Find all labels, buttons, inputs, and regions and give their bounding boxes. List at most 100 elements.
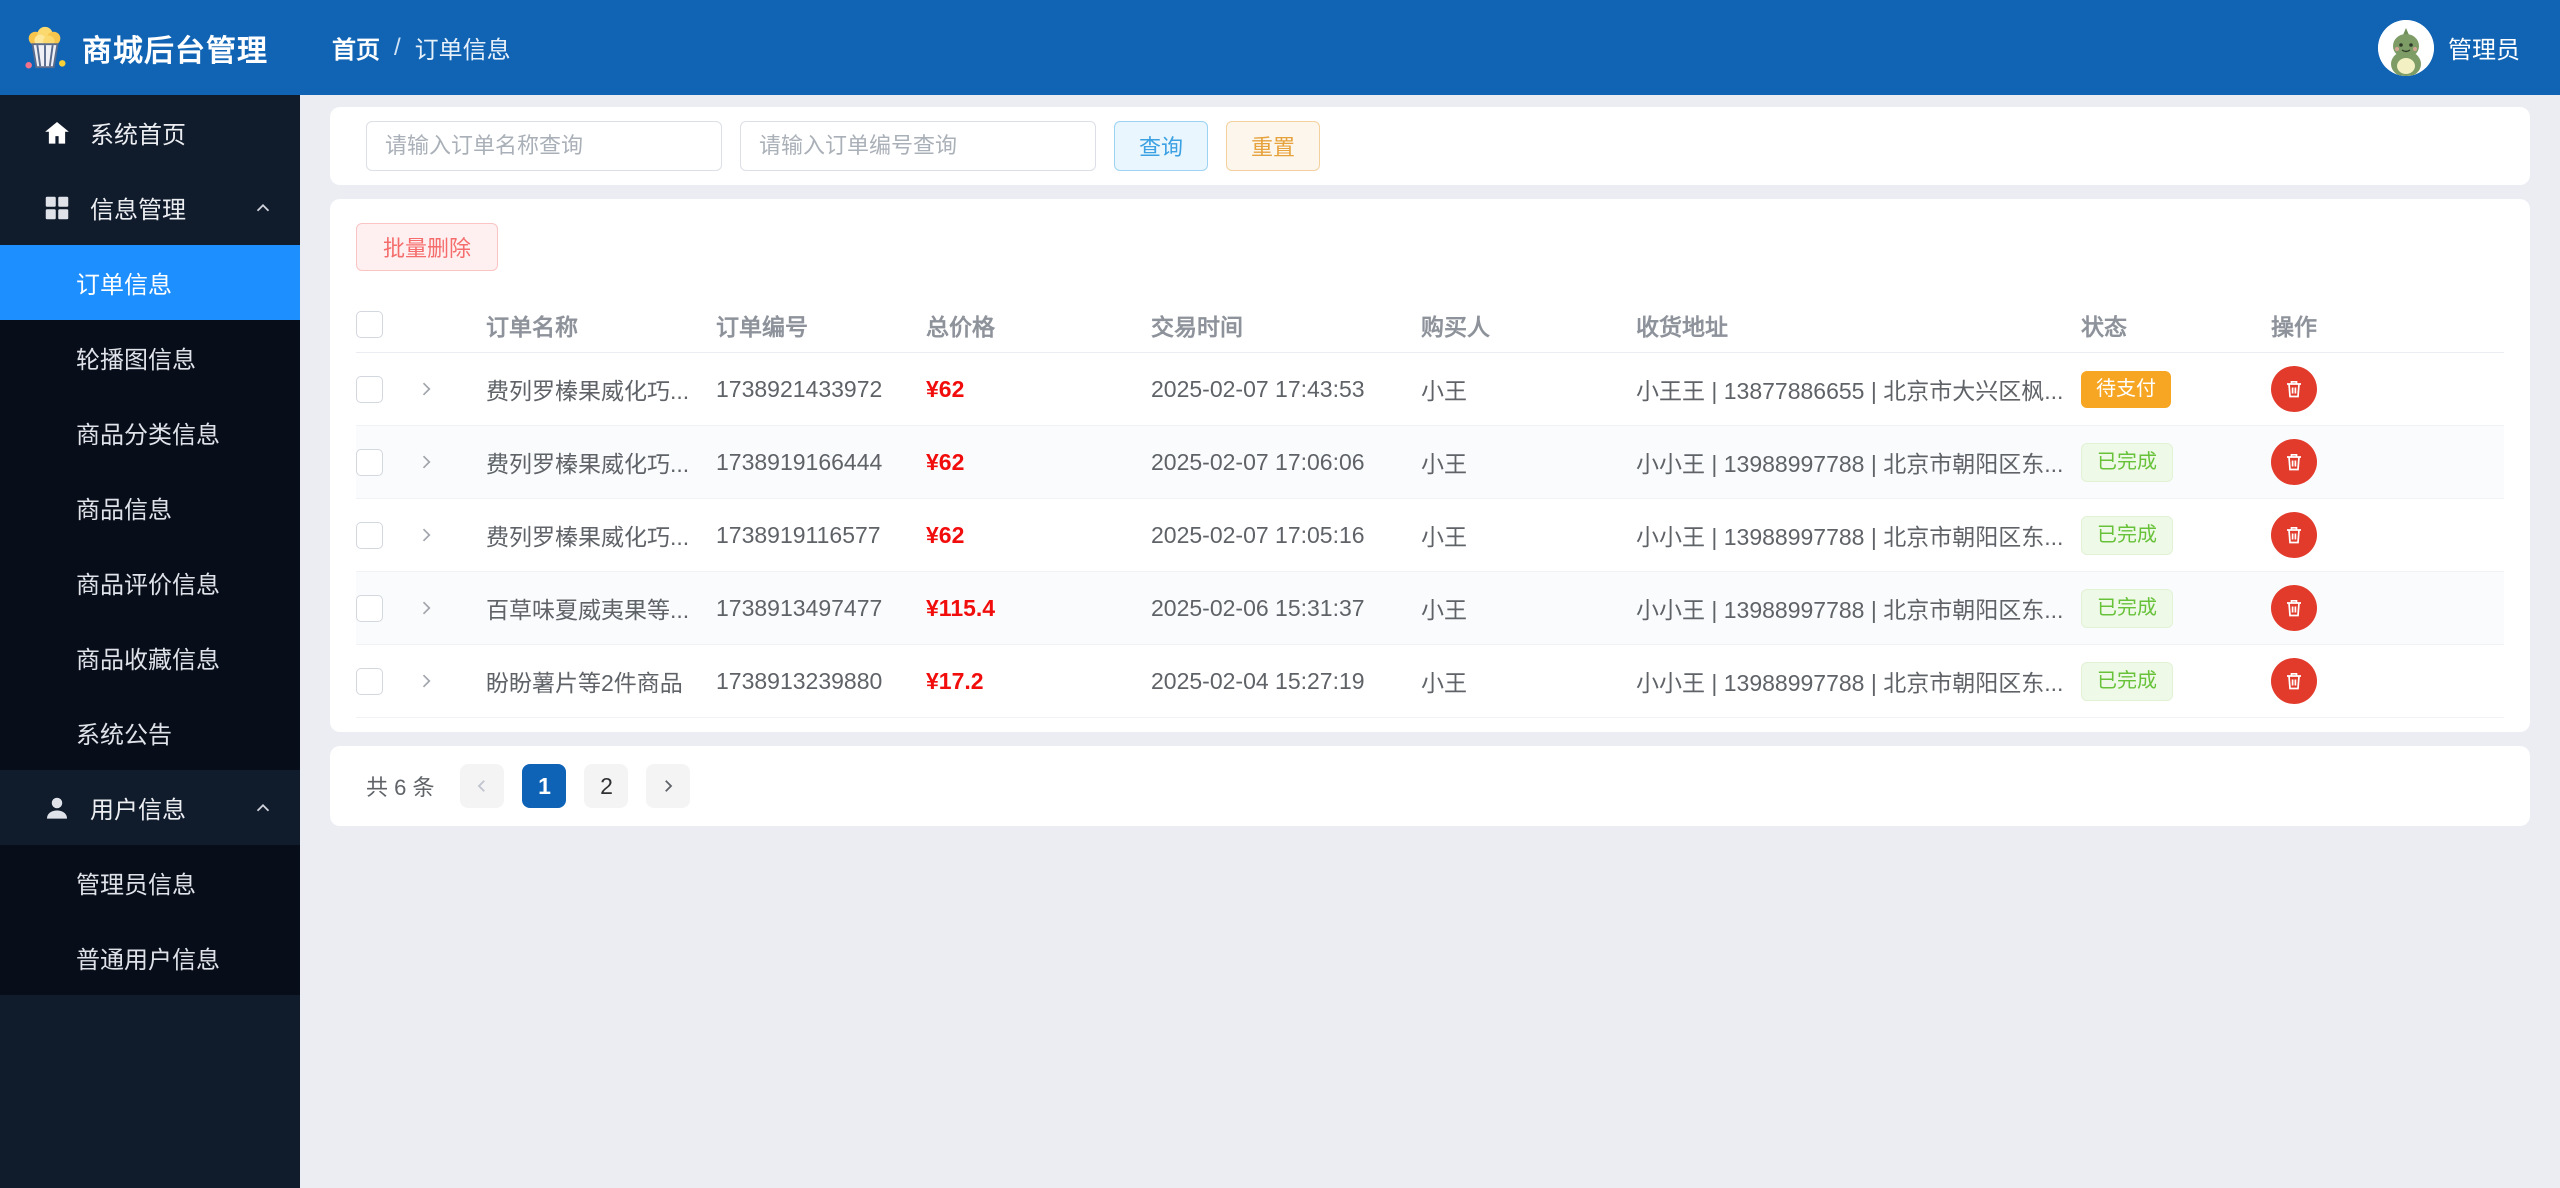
table-panel: 批量删除 订单名称 订单编号 总价格 交易时间 购买人 收货地址 状态 操作 费… xyxy=(330,199,2530,732)
order-number: 1738913239880 xyxy=(716,667,883,694)
order-buyer: 小王 xyxy=(1421,378,1467,404)
order-buyer: 小王 xyxy=(1421,670,1467,696)
expand-row-icon[interactable] xyxy=(416,671,436,691)
sidebar-group-info[interactable]: 信息管理 xyxy=(0,170,300,245)
order-name: 费列罗榛果威化巧... xyxy=(486,378,690,404)
breadcrumb-home[interactable]: 首页 xyxy=(332,30,380,65)
sidebar-item-carousel[interactable]: 轮播图信息 xyxy=(0,320,300,395)
sidebar-item-announcements[interactable]: 系统公告 xyxy=(0,695,300,770)
order-time: 2025-02-07 17:06:06 xyxy=(1151,448,1365,475)
row-checkbox[interactable] xyxy=(356,521,383,549)
pagination-panel: 共 6 条 1 2 xyxy=(330,746,2530,826)
order-number: 1738919116577 xyxy=(716,521,881,548)
select-all-checkbox[interactable] xyxy=(356,311,383,338)
order-name: 百草味夏威夷果等... xyxy=(486,597,690,623)
trash-icon xyxy=(2287,599,2301,617)
order-name-search-input[interactable] xyxy=(366,121,722,171)
row-checkbox[interactable] xyxy=(356,448,383,476)
column-header-actions: 操作 xyxy=(2271,313,2317,340)
sidebar-item-home[interactable]: 系统首页 xyxy=(0,95,300,170)
order-price: ¥17.2 xyxy=(926,667,984,694)
status-badge: 待支付 xyxy=(2081,370,2171,408)
order-buyer: 小王 xyxy=(1421,597,1467,623)
next-page-button[interactable] xyxy=(646,764,691,808)
delete-button[interactable] xyxy=(2271,512,2317,558)
delete-button[interactable] xyxy=(2271,658,2317,704)
table-row: 盼盼薯片等2件商品 1738913239880 ¥17.2 2025-02-04… xyxy=(356,645,2504,718)
order-price: ¥62 xyxy=(926,521,965,548)
chevron-left-icon xyxy=(478,780,486,792)
order-address: 小小王 | 13988997788 | 北京市朝阳区东... xyxy=(1636,670,2064,696)
status-badge: 已完成 xyxy=(2081,515,2173,555)
chevron-up-icon xyxy=(256,203,270,211)
order-price: ¥115.4 xyxy=(926,594,996,621)
trash-icon xyxy=(2287,672,2301,690)
order-price: ¥62 xyxy=(926,448,965,475)
status-badge: 已完成 xyxy=(2081,661,2173,701)
status-badge: 已完成 xyxy=(2081,588,2173,628)
batch-delete-button[interactable]: 批量删除 xyxy=(356,223,499,271)
order-no-search-input[interactable] xyxy=(740,121,1096,171)
prev-page-button[interactable] xyxy=(460,764,505,808)
order-time: 2025-02-07 17:05:16 xyxy=(1151,521,1365,548)
expand-row-icon[interactable] xyxy=(416,598,436,618)
order-number: 1738913497477 xyxy=(716,594,883,621)
order-address: 小小王 | 13988997788 | 北京市朝阳区东... xyxy=(1636,524,2064,550)
sidebar-item-label: 系统首页 xyxy=(90,122,186,149)
total-count-label: 共 6 条 xyxy=(366,775,435,800)
expand-row-icon[interactable] xyxy=(416,452,436,472)
order-buyer: 小王 xyxy=(1421,524,1467,550)
column-header-order-name: 订单名称 xyxy=(486,313,578,340)
table-row: 费列罗榛果威化巧... 1738921433972 ¥62 2025-02-07… xyxy=(356,353,2504,426)
order-buyer: 小王 xyxy=(1421,451,1467,477)
sidebar-group-users[interactable]: 用户信息 xyxy=(0,770,300,845)
app-title: 商城后台管理 xyxy=(82,34,268,68)
column-header-price: 总价格 xyxy=(926,313,995,340)
order-number: 1738921433972 xyxy=(716,375,883,402)
row-checkbox[interactable] xyxy=(356,667,383,695)
sidebar-item-favorites[interactable]: 商品收藏信息 xyxy=(0,620,300,695)
delete-button[interactable] xyxy=(2271,439,2317,485)
breadcrumb-separator: / xyxy=(394,33,401,61)
column-header-address: 收货地址 xyxy=(1636,313,1728,340)
brand: 商城后台管理 xyxy=(0,25,300,71)
sidebar: 系统首页 信息管理 订单信息 轮播图信息 商品分类信息 商品信息 商品评价信息 … xyxy=(0,95,300,1188)
sidebar-item-admins[interactable]: 管理员信息 xyxy=(0,845,300,920)
order-time: 2025-02-04 15:27:19 xyxy=(1151,667,1365,694)
sidebar-item-orders[interactable]: 订单信息 xyxy=(0,245,300,320)
chevron-up-icon xyxy=(256,803,270,811)
order-address: 小小王 | 13988997788 | 北京市朝阳区东... xyxy=(1636,597,2064,623)
order-address: 小王王 | 13877886655 | 北京市大兴区枫... xyxy=(1636,378,2064,404)
trash-icon xyxy=(2287,526,2301,544)
row-checkbox[interactable] xyxy=(356,375,383,403)
page-button-2[interactable]: 2 xyxy=(584,764,629,808)
sidebar-item-category[interactable]: 商品分类信息 xyxy=(0,395,300,470)
sidebar-item-regular-users[interactable]: 普通用户信息 xyxy=(0,920,300,995)
sidebar-item-reviews[interactable]: 商品评价信息 xyxy=(0,545,300,620)
column-header-time: 交易时间 xyxy=(1151,313,1243,340)
query-button[interactable]: 查询 xyxy=(1114,121,1209,171)
delete-button[interactable] xyxy=(2271,366,2317,412)
delete-button[interactable] xyxy=(2271,585,2317,631)
chevron-right-icon xyxy=(665,780,673,792)
order-time: 2025-02-07 17:43:53 xyxy=(1151,375,1365,402)
breadcrumb-current: 订单信息 xyxy=(414,37,511,64)
expand-row-icon[interactable] xyxy=(416,379,436,399)
main-content: 查询 重置 批量删除 订单名称 订单编号 总价格 交易时间 购买人 收货地址 状… xyxy=(300,95,2560,1188)
reset-button[interactable]: 重置 xyxy=(1226,121,1321,171)
submenu-info: 订单信息 轮播图信息 商品分类信息 商品信息 商品评价信息 商品收藏信息 系统公… xyxy=(0,245,300,770)
search-panel: 查询 重置 xyxy=(330,107,2530,185)
breadcrumb: 首页 / 订单信息 xyxy=(332,30,511,65)
trash-icon xyxy=(2287,380,2301,398)
order-price: ¥62 xyxy=(926,375,965,402)
order-number: 1738919166444 xyxy=(716,448,883,475)
sidebar-item-products[interactable]: 商品信息 xyxy=(0,470,300,545)
user-avatar[interactable] xyxy=(2378,19,2434,76)
column-header-status: 状态 xyxy=(2081,313,2127,340)
expand-row-icon[interactable] xyxy=(416,525,436,545)
trash-icon xyxy=(2287,453,2301,471)
orders-table: 订单名称 订单编号 总价格 交易时间 购买人 收货地址 状态 操作 费列罗榛果威… xyxy=(356,297,2504,718)
page-button-1[interactable]: 1 xyxy=(522,764,567,808)
order-name: 费列罗榛果威化巧... xyxy=(486,524,690,550)
row-checkbox[interactable] xyxy=(356,594,383,622)
